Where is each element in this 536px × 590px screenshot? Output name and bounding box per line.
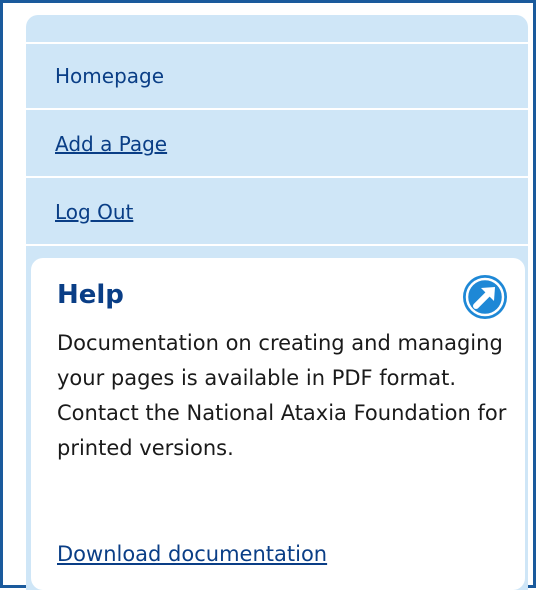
sidebar-item-log-out[interactable]: Log Out [26,180,528,246]
sidebar-item-add-page[interactable]: Add a Page [26,112,528,178]
sidebar-frame: Homepage Add a Page Log Out Help Documen… [0,0,536,590]
add-page-link[interactable]: Add a Page [55,132,167,156]
sidebar-top-strip [26,15,528,44]
sidebar-item-label[interactable]: Homepage [55,64,164,88]
sidebar-panel: Homepage Add a Page Log Out Help Documen… [26,15,528,590]
help-box: Help Documentation on creating and manag… [31,258,525,590]
help-title: Help [57,280,124,310]
arrow-up-right-circle-icon[interactable] [462,274,508,320]
help-description: Documentation on creating and managing y… [57,331,507,460]
download-documentation-link[interactable]: Download documentation [57,542,327,566]
log-out-link[interactable]: Log Out [55,200,133,224]
sidebar-item-homepage[interactable]: Homepage [26,44,528,110]
